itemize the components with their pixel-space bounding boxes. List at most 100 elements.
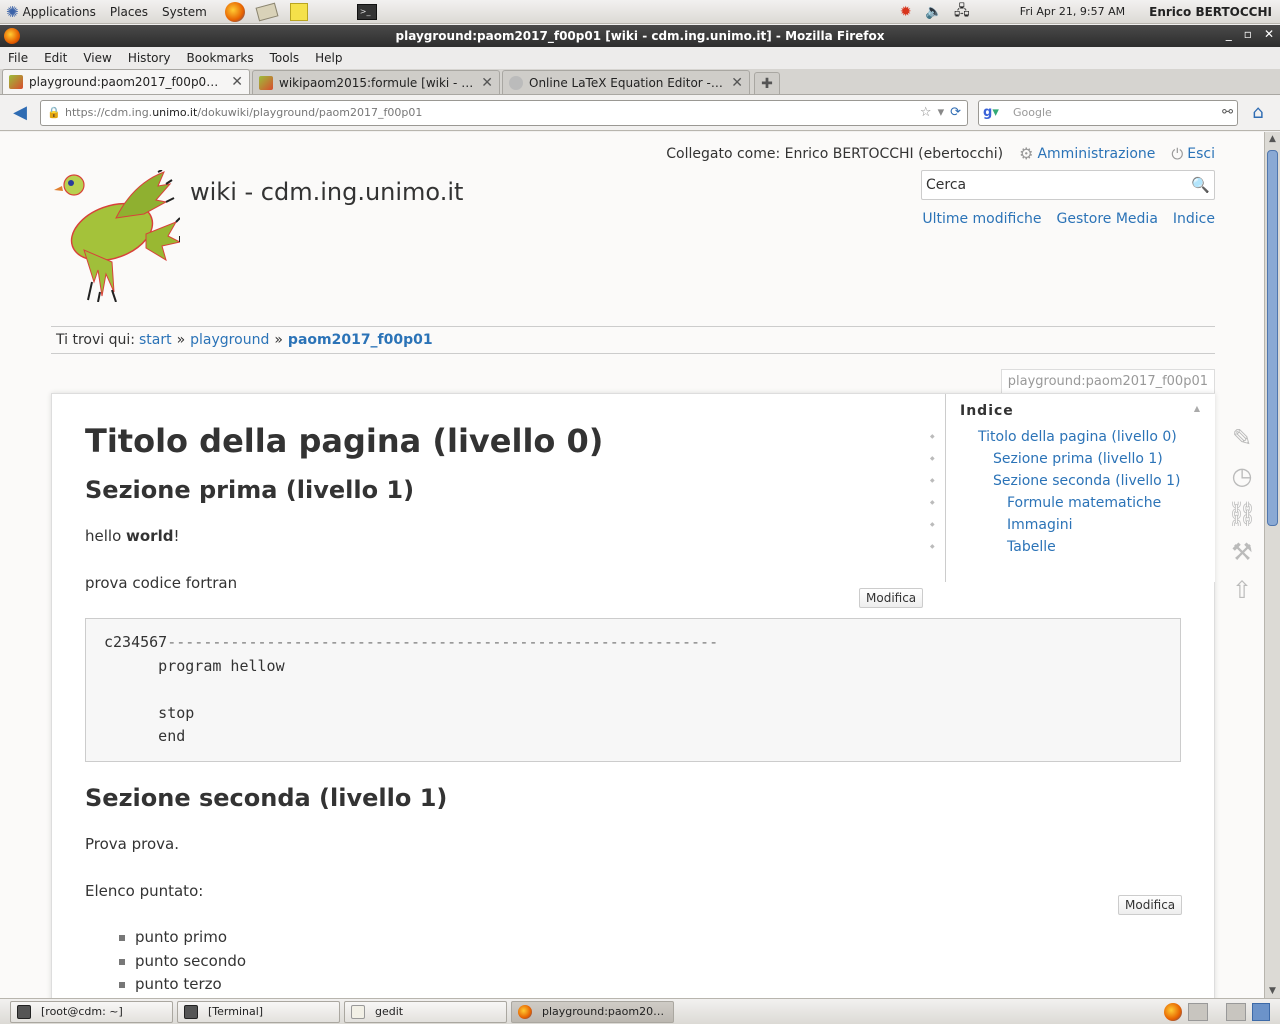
list-intro-paragraph: Elenco puntato: <box>85 882 204 900</box>
site-title[interactable]: wiki - cdm.ing.unimo.it <box>190 178 463 206</box>
toc-item: Sezione prima (livello 1) <box>930 448 1215 470</box>
logout-link[interactable]: Esci <box>1187 146 1215 162</box>
logged-in-user: Collegato come: Enrico BERTOCCHI (eberto… <box>666 145 1004 162</box>
tab-playground[interactable]: playground:paom2017_f00p01 [wik... ✕ <box>2 69 250 94</box>
tab-close-icon[interactable]: ✕ <box>481 75 493 91</box>
scroll-thumb[interactable] <box>1267 150 1278 526</box>
url-text[interactable]: https://cdm.ing.unimo.it/dokuwiki/playgr… <box>65 106 920 119</box>
recent-changes-link[interactable]: Ultime modifiche <box>922 211 1041 227</box>
toc-collapse-icon[interactable]: ▲ <box>1194 404 1201 413</box>
firefox-launcher-icon[interactable] <box>223 1 247 23</box>
taskbar-terminal[interactable]: [Terminal] <box>177 1000 340 1023</box>
history-dropdown-icon[interactable]: ▾ <box>938 105 945 120</box>
firefox-icon[interactable] <box>4 28 20 44</box>
edit-page-pencil-icon[interactable]: ✎ <box>1226 422 1258 454</box>
tab-label: Online LaTeX Equation Editor - creat... <box>529 75 726 90</box>
wiki-logo[interactable] <box>54 170 180 302</box>
toc-link[interactable]: Tabelle <box>1007 539 1056 555</box>
page-scrollbar[interactable]: ▲ ▼ <box>1264 132 1280 998</box>
edit-section-button[interactable]: Modifica <box>1118 895 1183 915</box>
notes-launcher-icon[interactable] <box>287 1 311 23</box>
binoculars-icon[interactable]: ⚯ <box>1222 105 1233 120</box>
menu-tools[interactable]: Tools <box>262 51 308 65</box>
toc-link[interactable]: Immagini <box>1007 517 1073 533</box>
edit-section-button[interactable]: Modifica <box>859 588 924 608</box>
backlinks-chain-icon[interactable]: ⛓ <box>1226 498 1258 530</box>
tab-wikipaom[interactable]: wikipaom2015:formule [wiki - cdm.i... ✕ <box>252 70 500 94</box>
menu-history[interactable]: History <box>120 51 179 65</box>
bookmark-star-icon[interactable]: ☆ <box>920 105 932 120</box>
taskbar-firefox[interactable]: playground:paom201... <box>511 1000 674 1023</box>
url-bar-icons: ☆ ▾ ⟳ <box>920 105 961 120</box>
toc-link[interactable]: Titolo della pagina (livello 0) <box>978 429 1177 445</box>
web-search-bar[interactable]: g▾ Google ⚯ <box>978 99 1238 126</box>
volume-icon[interactable]: 🔈 <box>923 1 945 23</box>
new-tab-button[interactable]: ✚ <box>754 72 780 94</box>
scroll-down-icon[interactable]: ▼ <box>1265 984 1280 998</box>
reload-icon[interactable]: ⟳ <box>950 105 961 120</box>
maximize-icon[interactable]: ▫ <box>1244 27 1252 41</box>
toc-header[interactable]: Indice ▲ <box>946 394 1215 426</box>
hello-paragraph: hello world! <box>85 527 180 545</box>
toc-link[interactable]: Formule matematiche <box>1007 495 1161 511</box>
admin-link[interactable]: Amministrazione <box>1037 146 1155 162</box>
workspace-1-icon[interactable] <box>1188 1002 1208 1021</box>
user-switcher[interactable]: Enrico BERTOCCHI <box>1149 5 1272 19</box>
search-icon[interactable]: 🔍 <box>1191 176 1210 194</box>
breadcrumb-start[interactable]: start <box>139 332 172 348</box>
window-controls: _ ▫ ✕ <box>1226 27 1274 41</box>
applications-menu[interactable]: Applications <box>23 5 96 19</box>
site-tools: Ultime modifiche Gestore Media Indice <box>922 211 1215 227</box>
home-button[interactable]: ⌂ <box>1246 101 1270 125</box>
menu-help[interactable]: Help <box>307 51 350 65</box>
url-bar[interactable]: 🔒 https://cdm.ing.unimo.it/dokuwiki/play… <box>40 99 968 126</box>
power-icon: ⏻ <box>1171 144 1184 163</box>
search-engine-icon[interactable]: g▾ <box>983 105 1005 120</box>
system-menu[interactable]: System <box>162 5 207 19</box>
scroll-up-icon[interactable]: ▲ <box>1265 132 1280 146</box>
terminal-launcher-icon[interactable]: >_ <box>355 1 379 23</box>
toc-link[interactable]: Sezione prima (livello 1) <box>993 451 1163 467</box>
page-heading: Titolo della pagina (livello 0) <box>85 422 604 460</box>
terminal-icon <box>17 1004 31 1019</box>
media-manager-link[interactable]: Gestore Media <box>1057 211 1158 227</box>
panel-menus: ✺ Applications Places System <box>0 0 219 24</box>
sitemap-link[interactable]: Indice <box>1173 211 1215 227</box>
bottom-panel: [root@cdm: ~] [Terminal] gedit playgroun… <box>0 998 1280 1024</box>
manage-subscriptions-icon[interactable]: ⚒ <box>1226 536 1258 568</box>
menu-edit[interactable]: Edit <box>36 51 75 65</box>
close-icon[interactable]: ✕ <box>1264 27 1274 41</box>
breadcrumb-separator: » <box>274 332 283 348</box>
taskbar-gedit[interactable]: gedit <box>344 1000 507 1023</box>
toc-link[interactable]: Sezione seconda (livello 1) <box>993 473 1181 489</box>
old-revisions-clock-icon[interactable]: ◷ <box>1226 460 1258 492</box>
minimize-icon[interactable]: _ <box>1226 27 1232 41</box>
firefox-tray-icon[interactable] <box>1164 1002 1182 1021</box>
tab-label: playground:paom2017_f00p01 [wik... <box>29 75 225 89</box>
back-button[interactable]: ◀ <box>6 99 34 127</box>
menu-view[interactable]: View <box>75 51 119 65</box>
tab-close-icon[interactable]: ✕ <box>731 75 743 91</box>
update-notifier-icon[interactable]: ✹ <box>895 1 917 23</box>
breadcrumb-playground[interactable]: playground <box>190 332 269 348</box>
page-id[interactable]: playground:paom2017_f00p01 <box>1000 369 1215 393</box>
section-heading-first: Sezione prima (livello 1) <box>85 476 415 504</box>
network-icon[interactable]: 🖧 <box>951 1 973 23</box>
gnome-foot-icon[interactable]: ✺ <box>6 3 19 21</box>
mail-launcher-icon[interactable] <box>255 1 279 23</box>
taskbar-root-terminal[interactable]: [root@cdm: ~] <box>10 1000 173 1023</box>
tab-latex-editor[interactable]: Online LaTeX Equation Editor - creat... … <box>502 70 750 94</box>
task-label: playground:paom201... <box>542 1005 667 1018</box>
wiki-search-input[interactable] <box>926 177 1192 193</box>
back-to-top-arrow-icon[interactable]: ⇧ <box>1226 574 1258 606</box>
breadcrumb-current[interactable]: paom2017_f00p01 <box>288 332 433 348</box>
places-menu[interactable]: Places <box>110 5 148 19</box>
tab-close-icon[interactable]: ✕ <box>231 74 243 90</box>
workspace-2-icon[interactable] <box>1226 1002 1246 1021</box>
clock[interactable]: Fri Apr 21, 9:57 AM <box>1020 5 1125 18</box>
menu-file[interactable]: File <box>0 51 36 65</box>
menu-bookmarks[interactable]: Bookmarks <box>179 51 262 65</box>
code-block: c234567---------------------------------… <box>85 618 1181 762</box>
show-desktop-icon[interactable] <box>1252 1002 1270 1021</box>
lock-icon[interactable]: 🔒 <box>47 106 61 119</box>
